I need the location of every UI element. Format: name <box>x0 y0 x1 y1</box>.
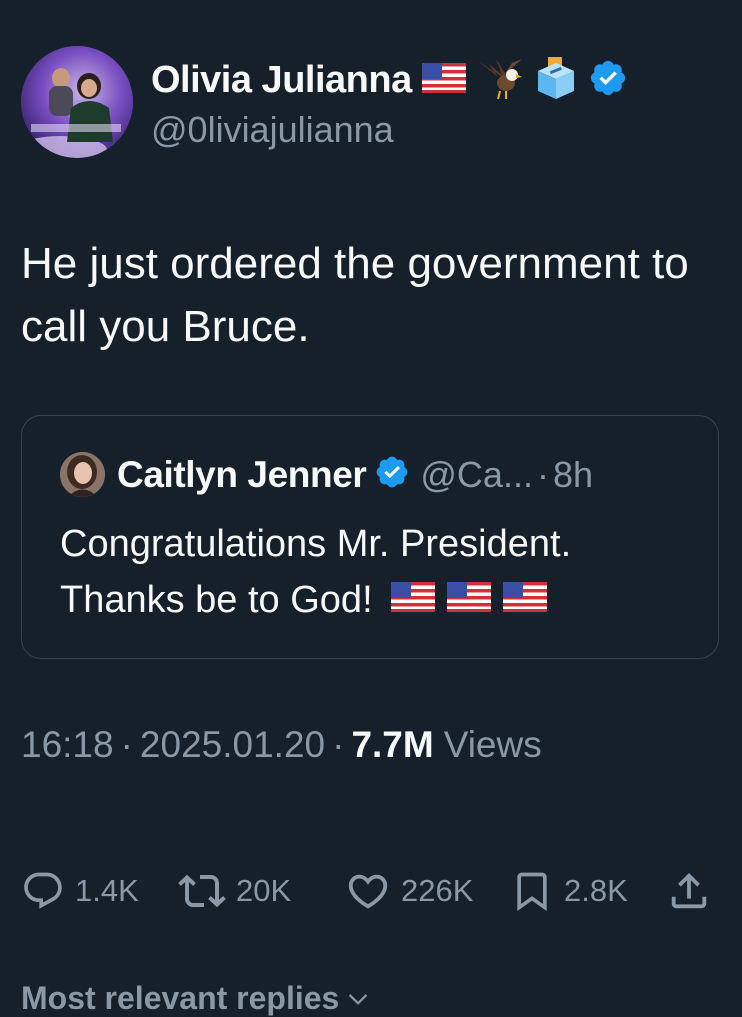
quoted-tweet-text: Congratulations Mr. President. Thanks be… <box>60 516 700 628</box>
tweet-text: He just ordered the government to call y… <box>21 239 689 351</box>
share-icon <box>671 872 707 909</box>
tweet-date[interactable]: 2025.01.20 <box>140 724 325 766</box>
meta-separator: · <box>120 724 133 765</box>
verified-badge-icon <box>588 58 628 103</box>
quoted-tweet-line-2: Thanks be to God! <box>60 579 373 621</box>
eagle-emoji <box>476 55 524 106</box>
tweet-meta: 16:18 · 2025.01.20 · 7.7M Views <box>21 724 542 766</box>
views-label: Views <box>443 724 542 765</box>
verified-badge-icon <box>374 454 410 495</box>
author-avatar-image <box>21 46 133 158</box>
replies-sort-label: Most relevant replies <box>21 980 340 1016</box>
views-count[interactable]: 7.7M <box>351 724 433 766</box>
share-button[interactable] <box>666 866 712 916</box>
us-flag-emoji <box>502 572 547 628</box>
replies-sort-dropdown[interactable]: Most relevant replies <box>21 980 371 1017</box>
repost-count: 20K <box>236 873 292 908</box>
ballot-box-emoji <box>534 55 578 106</box>
tweet-action-bar: 1.4K 20K 226K 2.8K <box>0 866 742 916</box>
author-display-name[interactable]: Olivia Julianna <box>151 59 412 102</box>
bookmark-count: 2.8K <box>564 873 628 908</box>
heart-icon <box>348 874 388 909</box>
reply-icon <box>24 872 62 909</box>
quoted-author-display-name[interactable]: Caitlyn Jenner <box>117 454 367 496</box>
reply-button[interactable]: 1.4K <box>21 866 139 916</box>
author-avatar[interactable] <box>21 46 133 158</box>
like-button[interactable]: 226K <box>345 866 473 916</box>
quoted-tweet-line-1: Congratulations Mr. President. <box>60 523 572 565</box>
quoted-tweet-time[interactable]: 8h <box>553 454 593 496</box>
us-flag-emoji <box>446 572 491 628</box>
us-flag-emoji <box>421 62 466 98</box>
quoted-author-handle[interactable]: @Ca... <box>420 454 533 496</box>
repost-button[interactable]: 20K <box>178 866 291 916</box>
tweet-time[interactable]: 16:18 <box>21 724 114 766</box>
quoted-author-avatar-image <box>60 452 105 497</box>
repost-icon <box>178 874 226 908</box>
quoted-author-avatar[interactable] <box>60 452 105 497</box>
chevron-down-icon <box>349 993 368 1005</box>
like-count: 226K <box>401 873 474 908</box>
bookmark-icon <box>517 872 547 912</box>
author-handle[interactable]: @0liviajulianna <box>151 109 628 151</box>
quoted-tweet-card[interactable]: Caitlyn Jenner @Ca... · 8h Congratulatio… <box>21 415 719 659</box>
tweet-author[interactable]: Olivia Julianna @0liviajulianna <box>21 46 628 158</box>
meta-separator: · <box>332 724 345 765</box>
us-flag-emoji <box>390 572 435 628</box>
quoted-time-separator: · <box>536 453 549 495</box>
reply-count: 1.4K <box>75 873 139 908</box>
bookmark-button[interactable]: 2.8K <box>510 866 628 916</box>
